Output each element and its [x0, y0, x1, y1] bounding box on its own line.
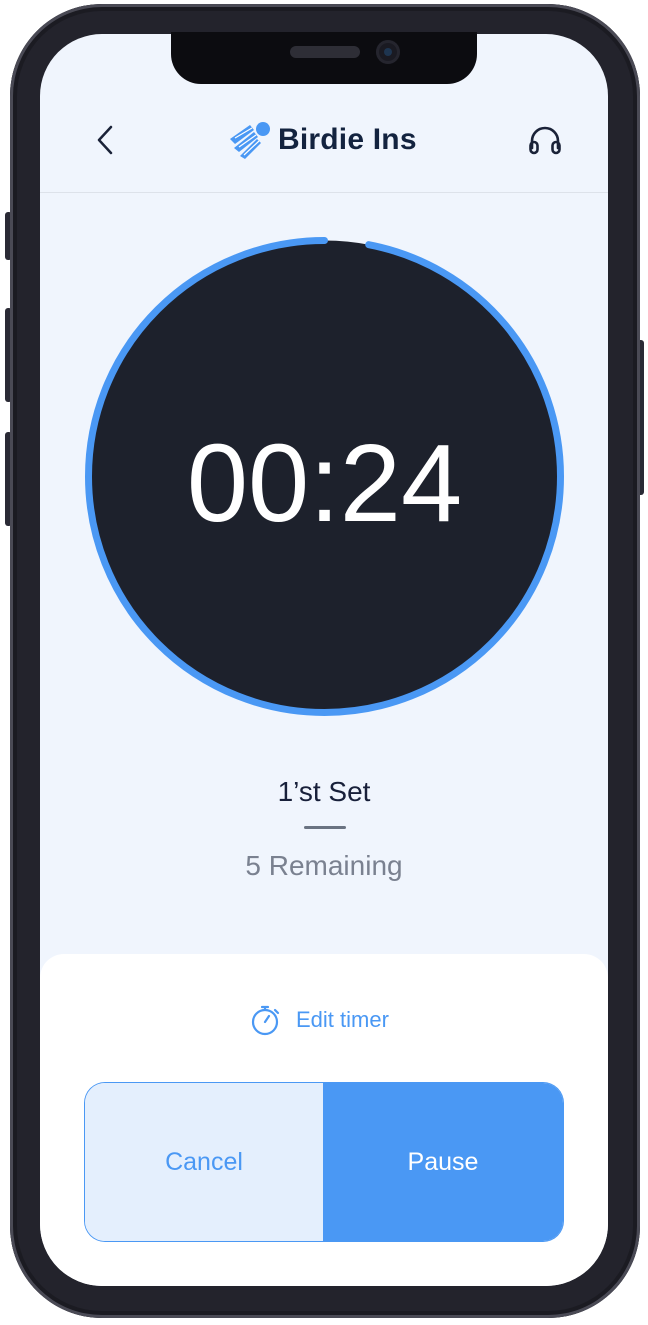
front-camera: [376, 40, 400, 64]
set-label: 1’st Set: [277, 776, 371, 807]
back-button[interactable]: [92, 122, 120, 158]
timer-action-buttons: Cancel Pause: [85, 1083, 563, 1241]
earpiece-speaker: [290, 46, 360, 58]
app-title: Birdie Ins: [278, 123, 417, 156]
headphones-icon: [529, 126, 561, 155]
edit-timer-button[interactable]: Edit timer: [248, 1000, 389, 1040]
chevron-left-icon: [97, 125, 113, 155]
notch: [171, 32, 477, 84]
timer-countdown: 00:24: [186, 422, 463, 545]
set-divider: [304, 826, 346, 829]
brand: Birdie Ins: [226, 114, 417, 166]
app-header: Birdie Ins: [40, 92, 608, 193]
edit-timer-label: Edit timer: [296, 1007, 389, 1032]
remaining-count: 5 Remaining: [245, 850, 403, 881]
cancel-button[interactable]: Cancel: [85, 1083, 323, 1241]
pause-button[interactable]: Pause: [323, 1083, 563, 1241]
audio-button[interactable]: [526, 122, 564, 158]
shuttlecock-icon: [230, 122, 270, 159]
stopwatch-icon: [251, 1005, 280, 1036]
